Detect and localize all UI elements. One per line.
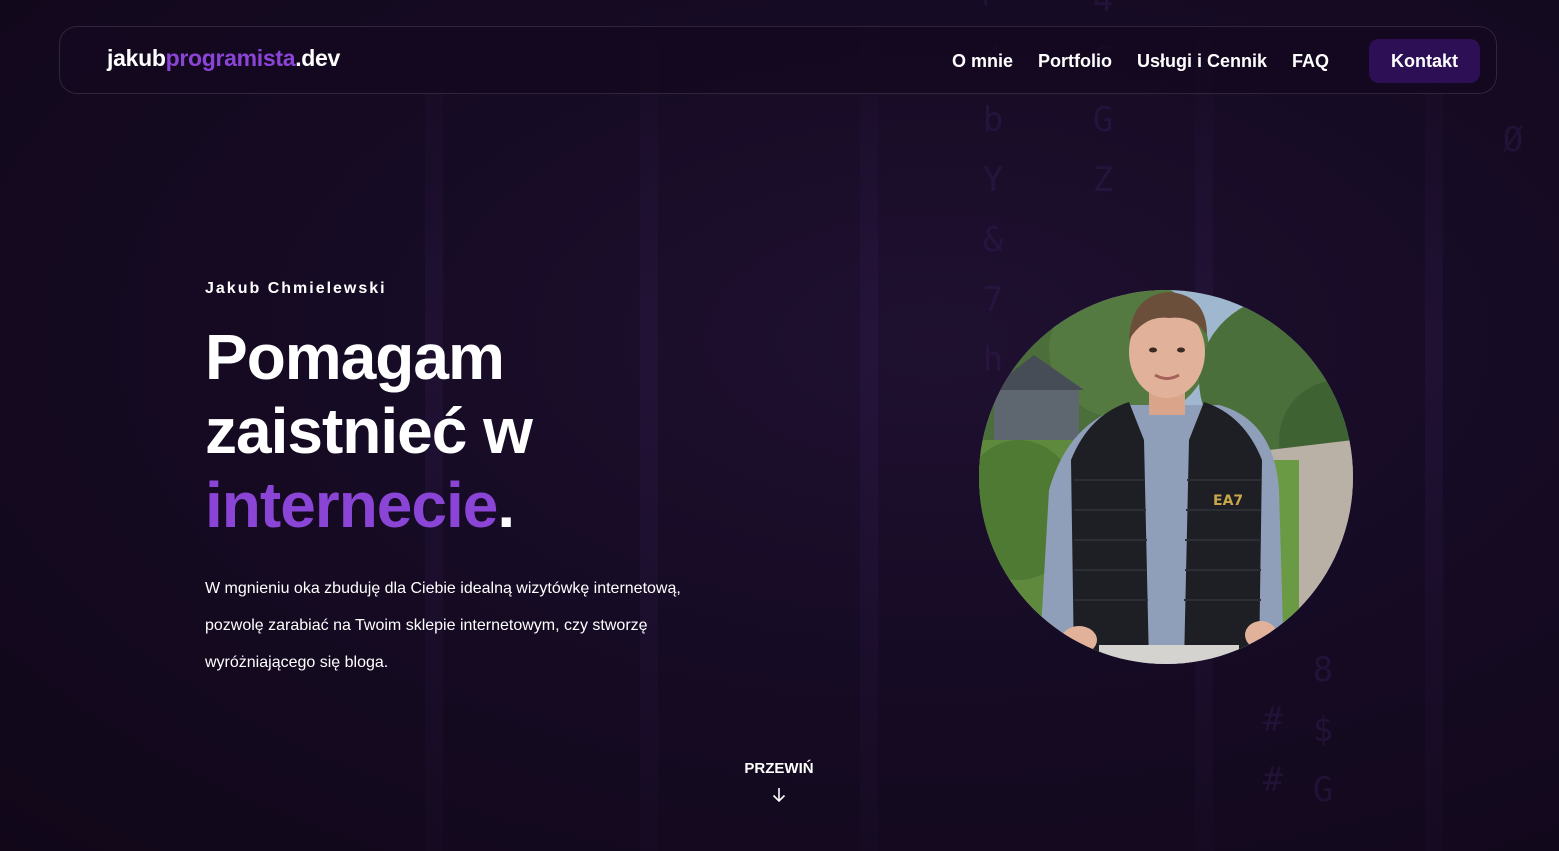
hero-section: Jakub Chmielewski Pomagam zaistnieć w in… <box>205 280 725 697</box>
headline-line-1: Pomagam <box>205 321 505 393</box>
page: ⌐4bY&7h 4GGZ 8$G ## Ø jakubprogramista.d… <box>0 0 1559 851</box>
person-photo-icon: EA7 <box>979 290 1353 664</box>
nav-links: O mnie Portfolio Usługi i Cennik FAQ Kon… <box>952 39 1480 83</box>
hero-eyebrow-name: Jakub Chmielewski <box>205 280 387 297</box>
site-logo[interactable]: jakubprogramista.dev <box>107 45 340 72</box>
scroll-label: PRZEWIŃ <box>744 760 814 777</box>
matrix-stripe <box>1425 0 1443 851</box>
navbar: jakubprogramista.dev O mnie Portfolio Us… <box>59 26 1497 94</box>
nav-link-o-mnie[interactable]: O mnie <box>952 51 1013 72</box>
contact-button[interactable]: Kontakt <box>1369 39 1480 83</box>
scroll-hint[interactable]: PRZEWIŃ <box>729 760 829 803</box>
svg-text:EA7: EA7 <box>1213 493 1243 509</box>
logo-part-jakub: jakub <box>107 45 166 71</box>
matrix-column: Ø <box>1493 120 1533 180</box>
nav-link-portfolio[interactable]: Portfolio <box>1038 51 1112 72</box>
nav-link-uslugi-i-cennik[interactable]: Usługi i Cennik <box>1137 51 1267 72</box>
headline-accent-word: internecie <box>205 469 498 541</box>
nav-link-faq[interactable]: FAQ <box>1292 51 1329 72</box>
logo-part-dev: .dev <box>295 45 341 71</box>
hero-headline: Pomagam zaistnieć w internecie. <box>205 320 725 542</box>
matrix-stripe <box>860 0 878 851</box>
arrow-down-icon <box>772 788 786 803</box>
matrix-column: 8$G <box>1303 650 1343 830</box>
matrix-column: ## <box>1253 700 1293 820</box>
logo-part-programista: programista <box>165 45 296 71</box>
headline-period: . <box>497 469 515 541</box>
portrait-photo: EA7 <box>979 290 1353 664</box>
headline-line-2: zaistnieć w <box>205 395 533 467</box>
hero-description: W mgnieniu oka zbuduję dla Ciebie idealn… <box>205 580 681 671</box>
